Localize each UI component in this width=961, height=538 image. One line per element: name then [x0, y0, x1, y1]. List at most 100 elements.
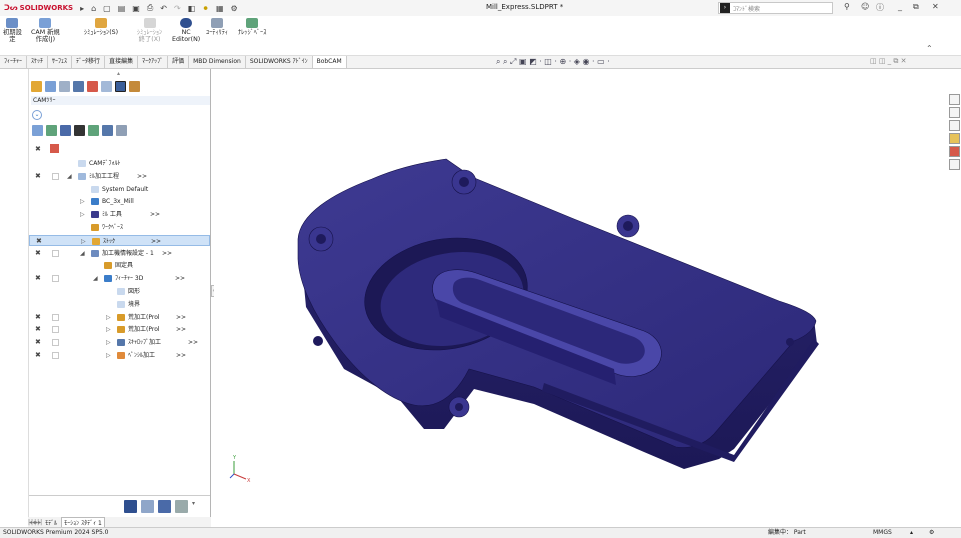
units-selector[interactable]: MMGS — [873, 528, 892, 538]
restore-button[interactable]: ⧉ — [913, 2, 919, 12]
post-process-icon[interactable] — [141, 500, 154, 513]
visibility-checkbox[interactable] — [52, 339, 59, 347]
command-search-input[interactable]: › ｺﾏﾝﾄﾞ検索 — [718, 2, 833, 14]
user-icon[interactable]: ☺ — [861, 2, 869, 11]
visibility-checkbox[interactable] — [52, 249, 59, 257]
save-icon[interactable]: ▣ — [132, 4, 140, 13]
config-manager-icon[interactable] — [59, 81, 70, 92]
cam-tree-icon[interactable] — [115, 81, 126, 92]
status-settings-icon[interactable]: ⚙ — [929, 528, 934, 538]
cam-new-button[interactable]: CAM 新規 作成(J) — [31, 18, 60, 43]
generate-toolpath-icon[interactable] — [124, 500, 137, 513]
tree-item[interactable]: ✖ ▷ ｽｷｬﾛｯﾌﾟ加工 >> — [29, 337, 210, 348]
tree-item-more[interactable]: >> — [151, 236, 161, 247]
tree-item[interactable]: ▷ BC_3x_Mill — [29, 196, 210, 207]
tree-item[interactable]: ✖ ▷ ｽﾄｯｸ >> — [29, 234, 210, 247]
tab-addins[interactable]: SOLIDWORKS ｱﾄﾞｲﾝ — [246, 56, 313, 68]
tree-item-more[interactable]: >> — [176, 312, 186, 323]
tab-motion-study[interactable]: ﾓｰｼｮﾝ ｽﾀﾃﾞｨ 1 — [61, 516, 105, 528]
property-manager-icon[interactable] — [45, 81, 56, 92]
pin-icon[interactable]: ✖ — [35, 326, 41, 333]
viewport-window-controls[interactable]: ◫ ◫ _ ⧉ ✕ — [870, 57, 907, 66]
dim-xpert-icon[interactable] — [73, 81, 84, 92]
collapse-ribbon-icon[interactable]: ⌃ — [926, 44, 933, 53]
tree-item-more[interactable]: >> — [176, 350, 186, 361]
home-icon[interactable]: ⌂ — [91, 4, 96, 13]
visibility-checkbox[interactable] — [52, 172, 59, 180]
expand-arrow-icon[interactable]: ▷ — [80, 209, 85, 220]
nc-editor-button[interactable]: NC Editor(N) — [172, 18, 200, 43]
file-explorer-icon[interactable] — [949, 120, 960, 131]
expand-arrow-icon[interactable]: ◢ — [67, 171, 72, 182]
tree-item-more[interactable]: >> — [162, 248, 172, 259]
panel-grip-icon[interactable]: ▴ — [117, 70, 120, 77]
more-chevron-icon[interactable]: ▾ — [192, 500, 195, 513]
tree-item[interactable]: CAMﾃﾞﾌｫﾙﾄ — [29, 158, 210, 169]
view-palette-icon[interactable] — [949, 133, 960, 144]
cam-operations-icon[interactable] — [101, 81, 112, 92]
expand-arrow-icon[interactable]: ◢ — [93, 273, 98, 284]
cam-tool-icon[interactable] — [60, 125, 71, 136]
cam-tool-icon[interactable] — [102, 125, 113, 136]
expand-arrow-icon[interactable]: ▷ — [106, 324, 111, 335]
display-manager-icon[interactable] — [87, 81, 98, 92]
cam-tool-icon[interactable] — [32, 125, 43, 136]
visibility-checkbox[interactable] — [52, 275, 59, 283]
options-gear-icon[interactable]: ⚙ — [231, 4, 238, 13]
tree-item[interactable]: ✖ ▷ ﾍﾟﾝｼﾙ加工 >> — [29, 350, 210, 361]
print-icon[interactable]: ⎙ — [147, 3, 153, 13]
part-model[interactable]: Y X — [214, 69, 947, 517]
minimize-button[interactable]: _ — [898, 2, 902, 11]
tree-item[interactable]: ✖ ▷ 荒加工(Prol >> — [29, 312, 210, 323]
tree-item[interactable]: 固定具 — [29, 260, 210, 271]
tree-item-more[interactable]: >> — [175, 273, 185, 284]
tree-item[interactable]: 境界 — [29, 299, 210, 310]
tab-mbd-dimension[interactable]: MBD Dimension — [189, 56, 246, 68]
tab-nav-arrows[interactable]: |◂|◂|▸|▸| — [28, 519, 42, 526]
tree-item[interactable]: ﾜｰｸﾍﾞｰｽ — [29, 222, 210, 233]
tree-item-more[interactable]: >> — [137, 171, 147, 182]
undo-icon[interactable]: ↶ — [160, 4, 167, 13]
tree-item[interactable]: 図形 — [29, 286, 210, 297]
expand-arrow-icon[interactable]: ▷ — [80, 196, 85, 207]
cam-tool-icon[interactable] — [46, 125, 57, 136]
tree-item[interactable]: ✖ ◢ ﾐﾙ加工工程 >> — [29, 171, 210, 182]
tool-tree-icon[interactable] — [129, 81, 140, 92]
pin-icon[interactable]: ✖ — [36, 237, 42, 245]
setup-button[interactable]: 初期設 定 — [3, 18, 22, 43]
tab-surface[interactable]: ｻｰﾌｪｽ — [48, 56, 73, 68]
expand-arrow-icon[interactable]: ▸ — [80, 4, 84, 13]
tree-item-more[interactable]: >> — [188, 337, 198, 348]
pin-all-icon[interactable]: ✖ — [35, 145, 41, 153]
tab-data-migration[interactable]: ﾃﾞｰﾀ移行 — [72, 56, 106, 68]
expand-filter-icon[interactable]: ⌄ — [32, 110, 42, 120]
tab-evaluate[interactable]: 評価 — [168, 56, 190, 68]
cam-tool-icon[interactable] — [116, 125, 127, 136]
pin-icon[interactable]: ✖ — [35, 172, 41, 180]
knowledge-base-button[interactable]: ﾅﾚｯｼﾞﾍﾞｰｽ — [238, 18, 266, 36]
pin-icon[interactable]: ✖ — [35, 249, 41, 257]
pin-icon[interactable]: ✖ — [35, 352, 41, 359]
design-library-icon[interactable] — [949, 107, 960, 118]
tree-item[interactable]: System Default — [29, 184, 210, 195]
simulation-button[interactable]: ｼﾐｭﾚｰｼｮﾝ(S) — [84, 18, 118, 36]
utility-button[interactable]: ﾕｰﾃｨﾘﾃｨ — [206, 18, 228, 36]
settings-icon[interactable] — [175, 500, 188, 513]
help-icon[interactable]: ⓘ — [876, 2, 884, 13]
pin-icon[interactable]: ✖ — [35, 313, 41, 321]
tree-item-more[interactable]: >> — [176, 324, 186, 335]
file-props-icon[interactable]: ▦ — [216, 4, 224, 13]
tab-markup[interactable]: ﾏｰｸｱｯﾌﾟ — [138, 56, 169, 68]
cam-tool-icon[interactable] — [88, 125, 99, 136]
tab-feature[interactable]: ﾌｨｰﾁｬｰ — [0, 56, 28, 68]
report-icon[interactable] — [158, 500, 171, 513]
open-file-icon[interactable]: ▤ — [118, 4, 126, 13]
tab-sketch[interactable]: ｽｹｯﾁ — [27, 56, 49, 68]
tree-item[interactable]: ✖ ◢ ﾌｨｰﾁｬｰ 3D >> — [29, 273, 210, 284]
custom-properties-icon[interactable] — [949, 159, 960, 170]
pin-icon[interactable]: ✖ — [35, 339, 41, 346]
expand-arrow-icon[interactable]: ◢ — [80, 248, 85, 259]
tree-item-more[interactable]: >> — [150, 209, 160, 220]
visibility-icon[interactable] — [50, 144, 59, 153]
units-dropdown-icon[interactable]: ▴ — [910, 528, 913, 538]
